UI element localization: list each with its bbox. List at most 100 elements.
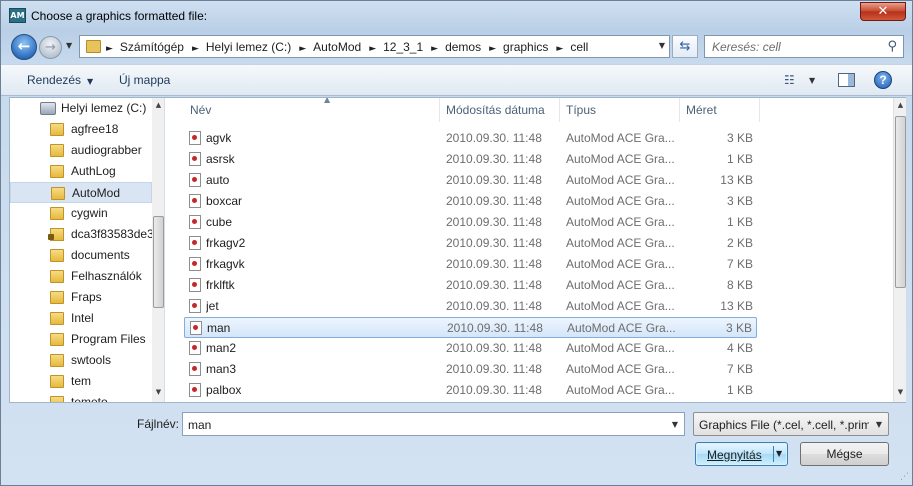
recent-locations-dropdown[interactable]: ▼: [66, 41, 72, 50]
file-list[interactable]: Név ▲ Módosítás dátuma Típus Méret agvk 2…: [166, 98, 893, 402]
breadcrumb-item[interactable]: demos: [445, 40, 481, 54]
close-button[interactable]: ✕: [860, 2, 906, 21]
nav-item[interactable]: AutoMod: [10, 182, 152, 203]
file-type: AutoMod ACE Gra...: [566, 173, 674, 187]
folder-icon: [50, 375, 64, 388]
graphics-file-icon: [189, 236, 201, 250]
file-row[interactable]: frklftk 2010.09.30. 11:48 AutoMod ACE Gra.…: [184, 275, 757, 296]
chevron-down-icon[interactable]: ▼: [776, 449, 782, 458]
file-row[interactable]: frkagvk 2010.09.30. 11:48 AutoMod ACE Gra.…: [184, 254, 757, 275]
cancel-label: Mégse: [826, 447, 863, 461]
address-dropdown[interactable]: ▼: [659, 41, 665, 50]
column-header-size[interactable]: Méret: [680, 98, 760, 122]
back-button[interactable]: ←: [11, 34, 37, 60]
nav-item-label: cygwin: [71, 206, 108, 220]
navigation-scrollbar[interactable]: ▲ ▼: [152, 98, 164, 402]
title-bar[interactable]: AM Choose a graphics formatted file: ✕: [1, 1, 912, 31]
breadcrumb-separator-icon[interactable]: ►: [369, 44, 376, 54]
help-icon[interactable]: ?: [874, 71, 892, 89]
preview-pane-icon[interactable]: [838, 73, 855, 87]
nav-item[interactable]: swtools: [10, 350, 152, 371]
view-options-dropdown[interactable]: ▼: [809, 76, 815, 85]
column-header-type[interactable]: Típus: [560, 98, 680, 122]
file-row[interactable]: jet 2010.09.30. 11:48 AutoMod ACE Gra... 13…: [184, 296, 757, 317]
nav-item[interactable]: tem: [10, 371, 152, 392]
file-row[interactable]: palbox 2010.09.30. 11:48 AutoMod ACE Gra..…: [184, 380, 757, 401]
file-row[interactable]: man 2010.09.30. 11:48 AutoMod ACE Gra... 3 …: [184, 317, 757, 338]
navigation-pane[interactable]: temeto tem swtools Program Files Intel Fraps F…: [10, 98, 165, 402]
change-view-button[interactable]: ☷: [784, 73, 795, 87]
file-row[interactable]: cube 2010.09.30. 11:48 AutoMod ACE Gra... 1…: [184, 212, 757, 233]
forward-button[interactable]: →: [39, 36, 62, 59]
breadcrumb-separator-icon[interactable]: ►: [106, 44, 113, 54]
split-divider: [773, 446, 774, 462]
scroll-down-icon[interactable]: ▼: [894, 388, 907, 396]
file-date: 2010.09.30. 11:48: [446, 131, 542, 145]
scroll-up-icon[interactable]: ▲: [152, 101, 164, 109]
breadcrumb-item[interactable]: AutoMod: [313, 40, 361, 54]
folder-icon: [50, 333, 64, 346]
nav-item[interactable]: Intel: [10, 308, 152, 329]
breadcrumb-item[interactable]: graphics: [503, 40, 548, 54]
address-bar[interactable]: ► Számítógép ► Helyi lemez (C:) ► AutoMod ► 12_…: [79, 35, 670, 58]
breadcrumb-separator-icon[interactable]: ►: [556, 44, 563, 54]
nav-item[interactable]: AuthLog: [10, 161, 152, 182]
breadcrumb-item[interactable]: cell: [570, 40, 588, 54]
cancel-button[interactable]: Mégse: [800, 442, 889, 466]
nav-item[interactable]: Fraps: [10, 287, 152, 308]
scroll-thumb[interactable]: [153, 216, 164, 308]
nav-item[interactable]: Program Files: [10, 329, 152, 350]
scroll-thumb[interactable]: [895, 116, 906, 288]
breadcrumb-separator-icon[interactable]: ►: [299, 44, 306, 54]
file-date: 2010.09.30. 11:48: [446, 236, 542, 250]
breadcrumb-separator-icon[interactable]: ►: [192, 44, 199, 54]
scroll-up-icon[interactable]: ▲: [894, 101, 907, 109]
file-row[interactable]: man3 2010.09.30. 11:48 AutoMod ACE Gra... 7…: [184, 359, 757, 380]
breadcrumb-item[interactable]: 12_3_1: [383, 40, 423, 54]
chevron-down-icon[interactable]: ▼: [672, 420, 678, 429]
folder-icon: [86, 40, 101, 53]
graphics-file-icon: [189, 278, 201, 292]
breadcrumb-item[interactable]: Helyi lemez (C:): [206, 40, 291, 54]
filename-value[interactable]: man: [188, 418, 211, 432]
nav-item[interactable]: temeto: [10, 392, 152, 402]
file-row[interactable]: frkagv2 2010.09.30. 11:48 AutoMod ACE Gra.…: [184, 233, 757, 254]
breadcrumb-item[interactable]: Számítógép: [120, 40, 184, 54]
breadcrumb-separator-icon[interactable]: ►: [489, 44, 496, 54]
file-size: 4 KB: [726, 341, 753, 355]
file-row[interactable]: agvk 2010.09.30. 11:48 AutoMod ACE Gra... 3…: [184, 128, 757, 149]
nav-item[interactable]: agfree18: [10, 119, 152, 140]
file-row[interactable]: auto 2010.09.30. 11:48 AutoMod ACE Gra... 1…: [184, 170, 757, 191]
nav-item[interactable]: documents: [10, 245, 152, 266]
view-list-icon: ☷: [784, 73, 795, 87]
nav-item[interactable]: audiograbber: [10, 140, 152, 161]
filename-field[interactable]: man ▼: [182, 412, 685, 436]
file-row[interactable]: asrsk 2010.09.30. 11:48 AutoMod ACE Gra...…: [184, 149, 757, 170]
file-row[interactable]: man2 2010.09.30. 11:48 AutoMod ACE Gra... 4…: [184, 338, 757, 359]
column-header-name[interactable]: Név ▲: [184, 98, 440, 122]
new-folder-button[interactable]: Új mappa: [119, 73, 170, 87]
chevron-down-icon: ▼: [875, 420, 882, 429]
refresh-button[interactable]: ⇆: [672, 35, 698, 58]
breadcrumb-separator-icon[interactable]: ►: [431, 44, 438, 54]
nav-item[interactable]: Felhasználók: [10, 266, 152, 287]
file-date: 2010.09.30. 11:48: [447, 321, 543, 335]
open-button[interactable]: Megnyitás ▼: [695, 442, 788, 466]
nav-item[interactable]: dca3f83583de3: [10, 224, 152, 245]
organize-button[interactable]: Rendezés ▼: [27, 73, 93, 87]
nav-item[interactable]: cygwin: [10, 203, 152, 224]
file-row[interactable]: boxcar 2010.09.30. 11:48 AutoMod ACE Gra..…: [184, 191, 757, 212]
nav-item-label: Program Files: [71, 332, 146, 346]
file-name: palbox: [206, 383, 242, 397]
search-input[interactable]: Keresés: cell: [712, 40, 781, 54]
file-list-scrollbar[interactable]: ▲ ▼: [893, 98, 906, 402]
column-header-date[interactable]: Módosítás dátuma: [440, 98, 560, 122]
file-type-select[interactable]: Graphics File (*.cel, *.cell, *.prim, ▼: [693, 412, 889, 436]
nav-item[interactable]: Helyi lemez (C:): [10, 98, 152, 119]
search-box[interactable]: Keresés: cell ⚲: [704, 35, 904, 58]
scroll-down-icon[interactable]: ▼: [152, 388, 164, 396]
resize-grip-icon[interactable]: ⋰: [900, 472, 909, 482]
search-icon[interactable]: ⚲: [887, 39, 897, 54]
back-arrow-icon: ←: [17, 37, 31, 55]
column-name-label: Név: [190, 103, 212, 117]
